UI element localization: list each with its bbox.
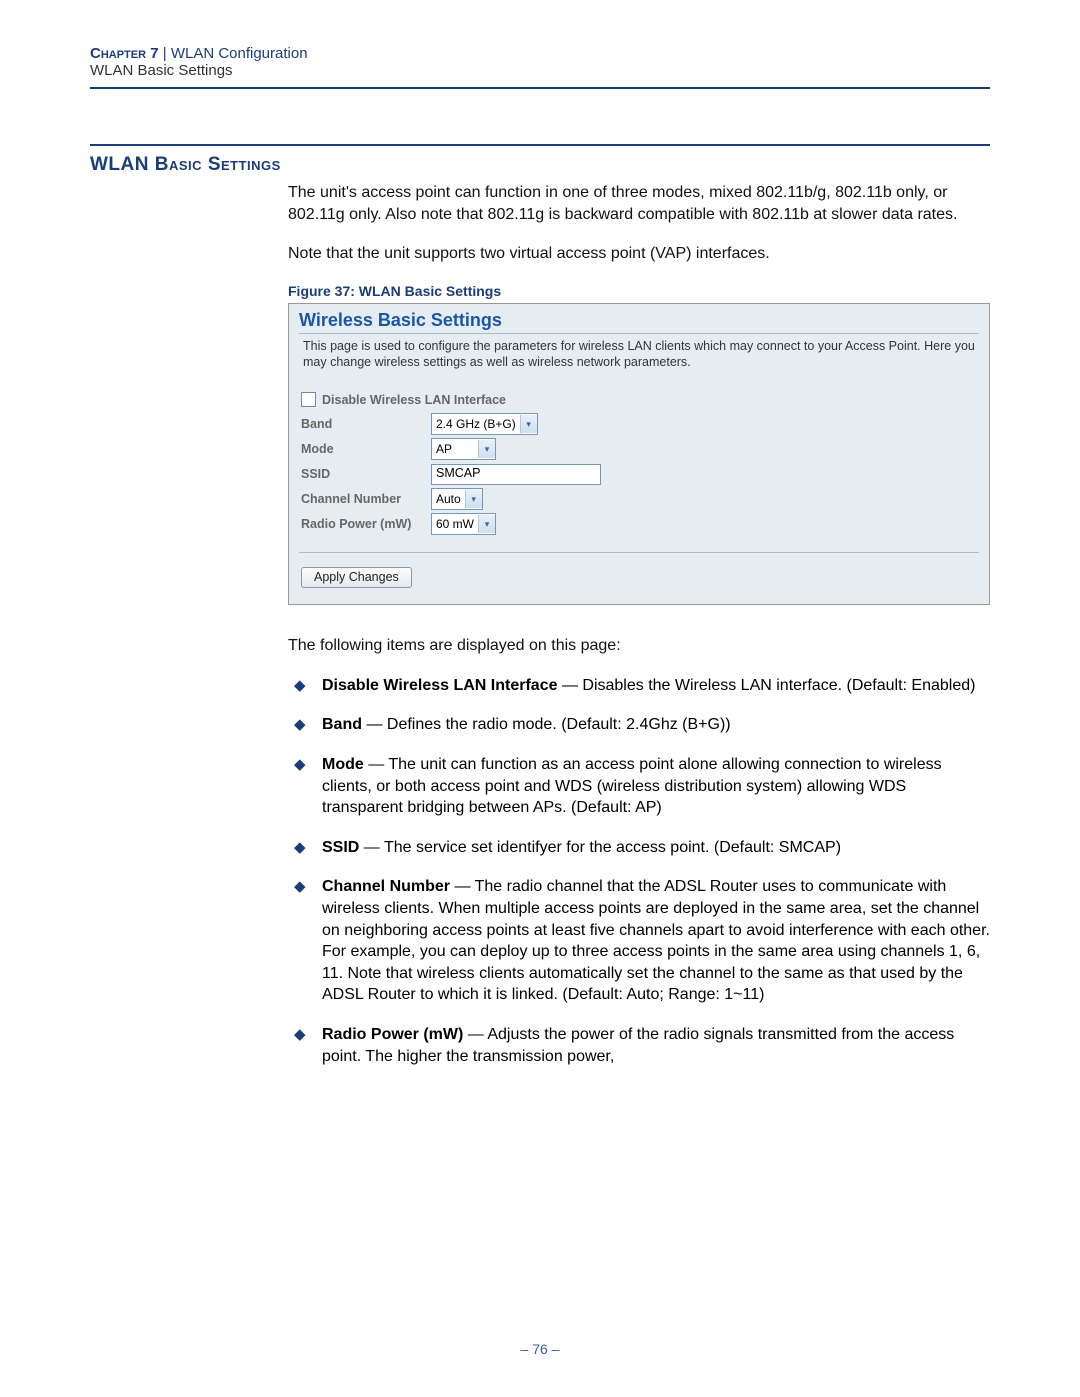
band-label: Band bbox=[301, 417, 431, 431]
breadcrumb-subtitle: WLAN Basic Settings bbox=[90, 62, 990, 79]
radio-power-label: Radio Power (mW) bbox=[301, 517, 431, 531]
breadcrumb-separator: | bbox=[159, 45, 171, 62]
radio-power-select[interactable]: 60 mW ▾ bbox=[431, 513, 496, 535]
list-item: Mode — The unit can function as an acces… bbox=[288, 754, 990, 819]
chevron-down-icon: ▾ bbox=[520, 415, 537, 433]
figure-caption: Figure 37: WLAN Basic Settings bbox=[288, 283, 990, 299]
disable-wlan-checkbox[interactable] bbox=[301, 392, 316, 407]
chapter-title: WLAN Configuration bbox=[171, 45, 308, 62]
ssid-label: SSID bbox=[301, 467, 431, 481]
section-title: WLAN Basic Settings bbox=[90, 154, 990, 176]
chevron-down-icon: ▾ bbox=[465, 490, 482, 508]
mode-label: Mode bbox=[301, 442, 431, 456]
chapter-label: Chapter 7 bbox=[90, 45, 159, 62]
band-select[interactable]: 2.4 GHz (B+G) ▾ bbox=[431, 413, 538, 435]
panel-description: This page is used to configure the param… bbox=[289, 338, 989, 393]
chevron-down-icon: ▾ bbox=[478, 515, 495, 533]
settings-description-list: Disable Wireless LAN Interface — Disable… bbox=[288, 675, 990, 1067]
ssid-input[interactable]: SMCAP bbox=[431, 464, 601, 485]
list-intro: The following items are displayed on thi… bbox=[288, 635, 990, 657]
channel-label: Channel Number bbox=[301, 492, 431, 506]
wireless-settings-panel: Wireless Basic Settings This page is use… bbox=[288, 303, 990, 606]
panel-title: Wireless Basic Settings bbox=[289, 304, 989, 333]
list-item: Radio Power (mW) — Adjusts the power of … bbox=[288, 1024, 990, 1067]
list-item: Channel Number — The radio channel that … bbox=[288, 876, 990, 1006]
list-item: Band — Defines the radio mode. (Default:… bbox=[288, 714, 990, 736]
disable-wlan-label: Disable Wireless LAN Interface bbox=[322, 393, 506, 407]
intro-paragraph-1: The unit's access point can function in … bbox=[288, 182, 990, 225]
list-item: SSID — The service set identifyer for th… bbox=[288, 837, 990, 859]
channel-select[interactable]: Auto ▾ bbox=[431, 488, 483, 510]
list-item: Disable Wireless LAN Interface — Disable… bbox=[288, 675, 990, 697]
mode-select[interactable]: AP ▾ bbox=[431, 438, 496, 460]
page-number: – 76 – bbox=[0, 1341, 1080, 1357]
apply-changes-button[interactable]: Apply Changes bbox=[301, 567, 412, 588]
breadcrumb: Chapter 7 | WLAN Configuration WLAN Basi… bbox=[90, 45, 990, 89]
chevron-down-icon: ▾ bbox=[478, 440, 495, 458]
intro-paragraph-2: Note that the unit supports two virtual … bbox=[288, 243, 990, 265]
